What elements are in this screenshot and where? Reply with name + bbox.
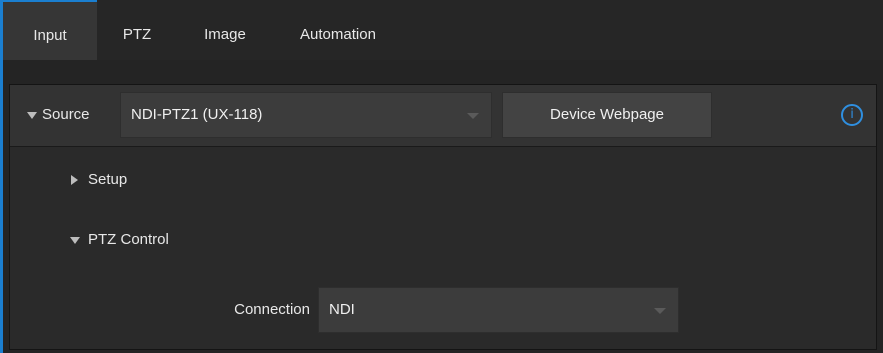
- triangle-down-icon: [27, 112, 37, 119]
- device-webpage-button[interactable]: Device Webpage: [502, 92, 712, 138]
- source-label: Source: [42, 106, 90, 123]
- chevron-down-icon: [654, 308, 666, 314]
- tab-automation[interactable]: Automation: [273, 0, 403, 58]
- device-webpage-button-label: Device Webpage: [550, 106, 664, 123]
- triangle-right-icon: [71, 175, 78, 185]
- source-select[interactable]: NDI-PTZ1 (UX-118): [120, 92, 492, 138]
- tab-input-label: Input: [33, 27, 67, 44]
- connection-label: Connection: [234, 301, 310, 318]
- tab-ptz-label: PTZ: [122, 26, 152, 43]
- tab-image-label: Image: [204, 26, 246, 43]
- info-icon-glyph: i: [850, 107, 854, 122]
- input-panel: Source NDI-PTZ1 (UX-118) Device Webpage …: [9, 84, 877, 350]
- tab-automation-label: Automation: [300, 26, 376, 43]
- tab-bar: Input PTZ Image Automation: [3, 0, 883, 60]
- source-collapse-toggle[interactable]: Source: [10, 85, 120, 145]
- chevron-down-icon: [467, 113, 479, 119]
- tab-ptz[interactable]: PTZ: [97, 0, 177, 58]
- source-select-value: NDI-PTZ1 (UX-118): [131, 106, 263, 123]
- connection-select[interactable]: NDI: [318, 287, 679, 333]
- tab-input[interactable]: Input: [3, 0, 97, 60]
- app-window: Input PTZ Image Automation Source NDI-PT…: [0, 0, 883, 353]
- setup-label: Setup: [88, 171, 128, 188]
- ptz-control-label: PTZ Control: [88, 231, 169, 248]
- tab-image[interactable]: Image: [177, 0, 273, 58]
- info-icon[interactable]: i: [841, 104, 863, 126]
- setup-section-toggle[interactable]: Setup: [10, 167, 876, 201]
- connection-select-value: NDI: [329, 301, 355, 318]
- source-row: Source NDI-PTZ1 (UX-118) Device Webpage …: [10, 85, 876, 147]
- ptz-control-section-toggle[interactable]: PTZ Control: [10, 227, 876, 261]
- triangle-down-icon: [70, 237, 80, 244]
